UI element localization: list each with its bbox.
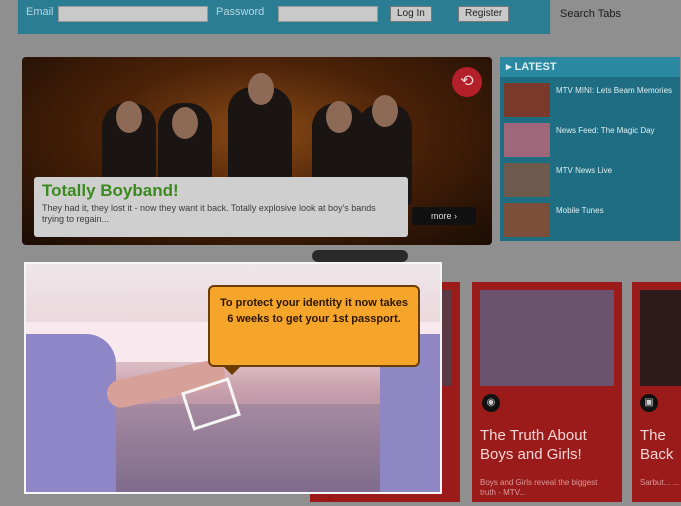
username-label: Email [26, 6, 54, 18]
boyband-member-head [326, 101, 352, 133]
content-card[interactable]: ▣ The Back Sarbut... ... [632, 282, 681, 502]
refresh-icon[interactable]: ⟲ [452, 67, 482, 97]
latest-thumbnail [504, 83, 550, 117]
register-button[interactable]: Register [458, 6, 510, 22]
hero-caption: Totally Boyband! They had it, they lost … [34, 177, 408, 237]
video-icon: ◉ [482, 394, 500, 412]
password-label: Password [216, 6, 265, 18]
latest-thumbnail [504, 203, 550, 237]
content-card[interactable]: ◉ The Truth About Boys and Girls! Boys a… [472, 282, 622, 502]
speech-bubble-text: To protect your identity it now takes 6 … [219, 297, 409, 325]
login-button[interactable]: Log In [390, 6, 432, 22]
speech-bubble: To protect your identity it now takes 6 … [208, 285, 420, 375]
boyband-member-head [116, 101, 142, 133]
latest-panel: ▸ LATEST MTV MINI: Lets Beam Memories Ne… [500, 57, 680, 241]
boyband-member-head [372, 95, 398, 127]
latest-item[interactable]: News Feed: The Magic Day [504, 121, 678, 159]
carousel-indicator[interactable] [312, 250, 408, 262]
latest-thumbnail [504, 163, 550, 197]
search-tabs-label[interactable]: Search Tabs [560, 8, 621, 20]
latest-item-label: Mobile Tunes [556, 206, 604, 215]
card-image [480, 290, 614, 386]
latest-item[interactable]: Mobile Tunes [504, 201, 678, 239]
username-field[interactable] [58, 6, 208, 22]
dimmed-page: Email Password Log In Register Search Ta… [0, 0, 681, 506]
card-description: Sarbut... ... [640, 478, 680, 487]
latest-arrow-icon: ▸ [506, 61, 515, 73]
boyband-member-head [172, 107, 198, 139]
card-title[interactable]: The Truth About Boys and Girls! [480, 426, 620, 464]
hero-description: They had it, they lost it - now they wan… [42, 203, 376, 224]
hero-banner[interactable]: ⟲ Totally Boyband! They had it, they los… [22, 57, 492, 245]
login-bar: Email Password Log In Register [18, 0, 550, 34]
boyband-member-head [248, 73, 274, 105]
latest-header-label: LATEST [514, 61, 557, 73]
speech-bubble-tail [222, 365, 242, 375]
latest-header: ▸ LATEST [500, 57, 680, 77]
latest-item-label: MTV News Live [556, 166, 613, 175]
hero-more-button[interactable]: more › [412, 207, 476, 225]
latest-item-label: MTV MINI: Lets Beam Memories [556, 86, 673, 95]
hero-title[interactable]: Totally Boyband! [42, 181, 400, 201]
password-field[interactable] [278, 6, 378, 22]
card-title[interactable]: The Back [640, 426, 681, 464]
card-description: Boys and Girls reveal the biggest truth … [480, 478, 598, 497]
footer-caption: ... a ... ... [318, 494, 350, 503]
latest-item[interactable]: MTV MINI: Lets Beam Memories [504, 81, 678, 119]
latest-thumbnail [504, 123, 550, 157]
latest-item[interactable]: MTV News Live [504, 161, 678, 199]
latest-item-label: News Feed: The Magic Day [556, 126, 655, 135]
chair-shape [26, 334, 116, 492]
video-icon: ▣ [640, 394, 658, 412]
card-image [640, 290, 681, 386]
